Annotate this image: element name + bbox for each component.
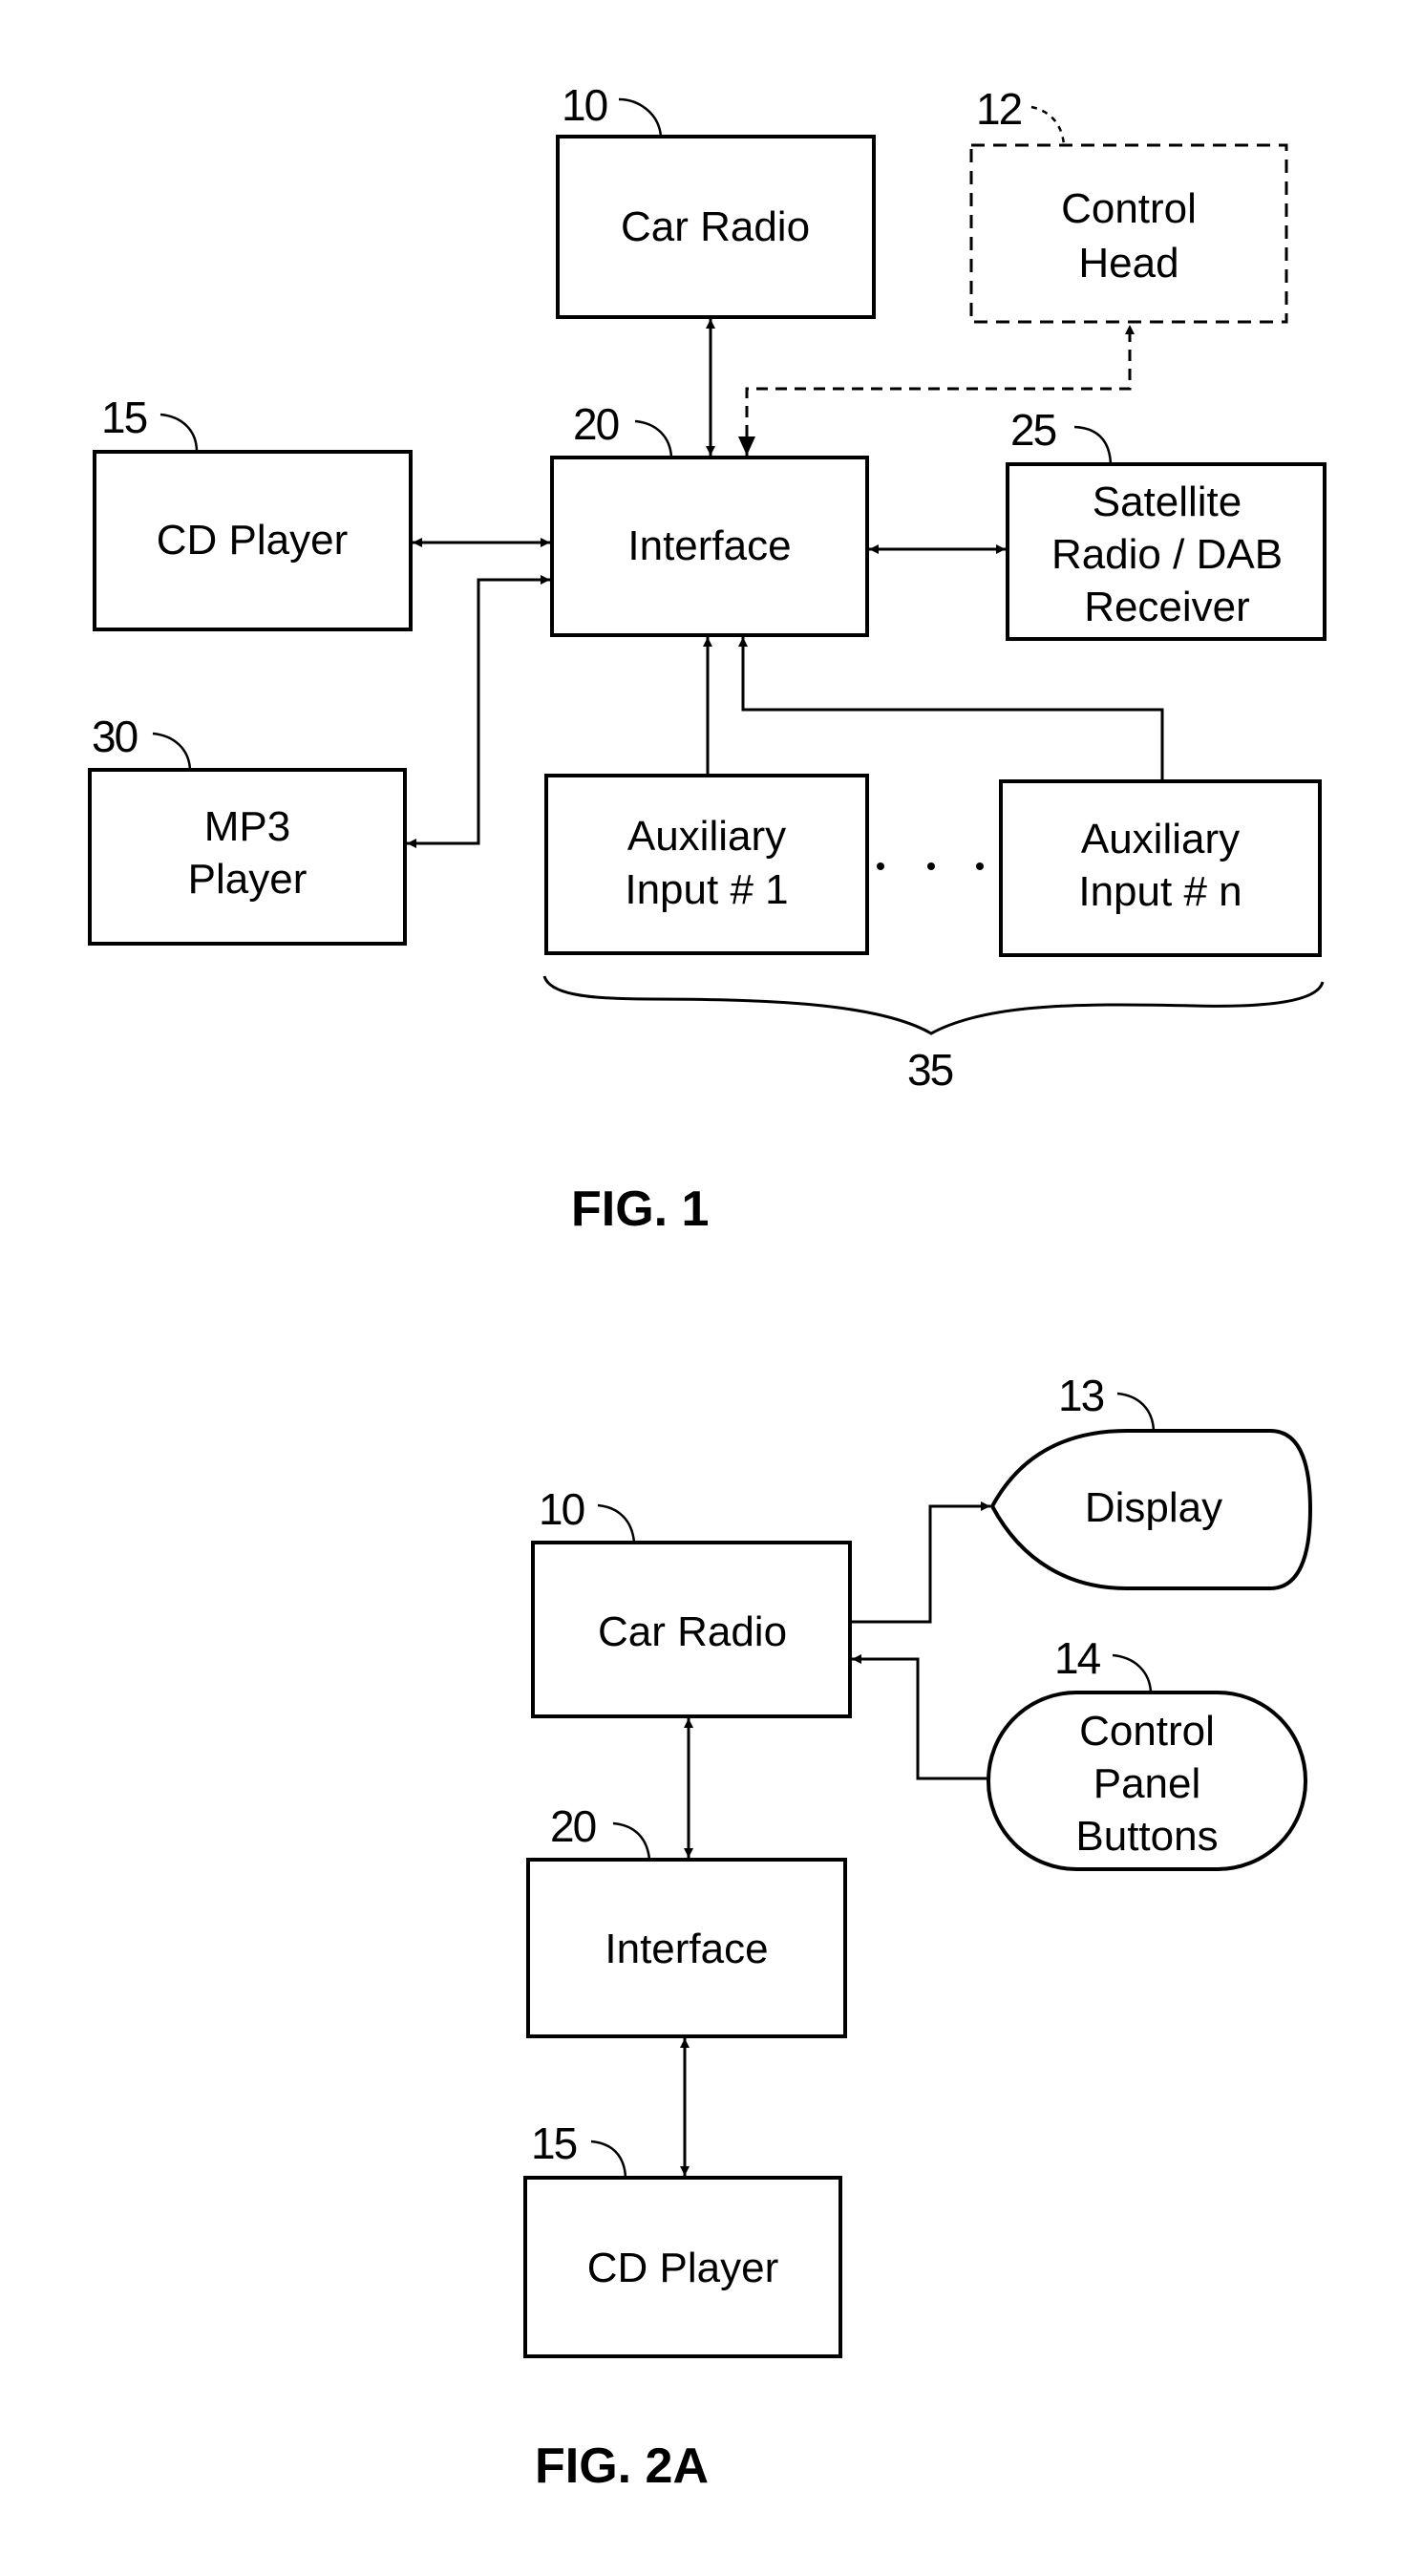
block-control-panel-buttons: Control Panel Buttons [987, 1691, 1307, 1871]
svg-text:25: 25 [1010, 405, 1056, 455]
svg-text:20: 20 [550, 1801, 596, 1851]
svg-text:30: 30 [92, 712, 138, 761]
ref-numeral-14: 14 [1054, 1633, 1153, 1693]
block-label-line-1: Auxiliary [1081, 816, 1240, 862]
figure-1: Car Radio 10 Control Head 12 CD Player 1… [88, 80, 1327, 1237]
block-aux-input-1: Auxiliary Input # 1 [544, 774, 869, 955]
block-label: Car Radio [598, 1608, 787, 1655]
ref-numeral-12: 12 [976, 84, 1066, 146]
block-label-line-3: Receiver [1084, 584, 1250, 630]
ref-numeral-15: 15 [101, 393, 199, 453]
block-mp3-player: MP3 Player [88, 768, 407, 946]
brace-aux-group: 35 [542, 975, 1325, 1095]
block-aux-input-n: Auxiliary Input # n [999, 779, 1322, 957]
block-label-line-2: Input # 1 [625, 866, 788, 913]
block-label: CD Player [157, 517, 349, 564]
block-satellite-receiver: Satellite Radio / DAB Receiver [1006, 462, 1327, 641]
connector-car-radio-display [852, 1501, 990, 1624]
block-label: Car Radio [621, 203, 810, 250]
connector-control-panel-car-radio [852, 1654, 988, 1780]
block-display: Display [989, 1429, 1313, 1590]
block-label-line-2: Input # n [1078, 868, 1242, 915]
svg-text:35: 35 [907, 1045, 953, 1095]
block-label-line-3: Buttons [1075, 1813, 1218, 1860]
block-label-line-2: Panel [1093, 1760, 1201, 1807]
svg-text:12: 12 [976, 84, 1022, 134]
connector-mp3-player-interface [407, 575, 550, 848]
ref-numeral-30: 30 [92, 712, 192, 771]
figure-2a: Display 13 Car Radio 10 Control Panel Bu… [523, 1371, 1313, 2494]
svg-text:15: 15 [101, 393, 147, 442]
block-label: CD Player [587, 2245, 779, 2291]
block-label-line-2: Head [1078, 240, 1178, 287]
ref-numeral-25: 25 [1010, 405, 1113, 465]
svg-text:13: 13 [1058, 1371, 1104, 1420]
ref-numeral-20: 20 [550, 1801, 651, 1861]
svg-text:14: 14 [1054, 1633, 1101, 1683]
block-car-radio: Car Radio [556, 135, 876, 319]
ref-numeral-10: 10 [539, 1484, 636, 1543]
ref-numeral-20: 20 [573, 399, 673, 458]
figure-caption: FIG. 2A [535, 2438, 709, 2494]
block-cd-player: CD Player [523, 2176, 842, 2358]
block-label-line-2: Radio / DAB [1051, 531, 1283, 578]
block-label: Interface [627, 522, 791, 569]
svg-text:10: 10 [562, 80, 607, 130]
ref-numeral-15: 15 [531, 2118, 627, 2179]
connector-interface-control-head [738, 325, 1135, 456]
block-label-line-1: Control [1061, 185, 1197, 232]
block-label: Display [1085, 1484, 1222, 1531]
block-control-head: Control Head [969, 143, 1288, 324]
figure-caption: FIG. 1 [571, 1182, 709, 1237]
block-label-line-1: Control [1079, 1708, 1215, 1755]
svg-text:15: 15 [531, 2118, 577, 2168]
svg-text:20: 20 [573, 399, 619, 449]
block-interface: Interface [550, 456, 869, 637]
svg-text:10: 10 [539, 1484, 584, 1534]
block-label-line-1: Auxiliary [627, 813, 786, 860]
block-cd-player: CD Player [93, 450, 413, 631]
ref-numeral-10: 10 [562, 80, 663, 138]
ref-numeral-13: 13 [1058, 1371, 1156, 1432]
ellipsis-dots [877, 862, 984, 870]
block-label-line-1: Satellite [1093, 479, 1242, 525]
block-label: Interface [605, 1926, 768, 1972]
block-label-line-1: MP3 [204, 803, 290, 850]
block-interface: Interface [526, 1858, 847, 2038]
block-car-radio: Car Radio [531, 1541, 852, 1718]
connector-aux-n-interface [738, 637, 1164, 781]
patent-drawing-sheet: Car Radio 10 Control Head 12 CD Player 1… [88, 80, 1327, 2494]
block-label-line-2: Player [188, 856, 308, 903]
